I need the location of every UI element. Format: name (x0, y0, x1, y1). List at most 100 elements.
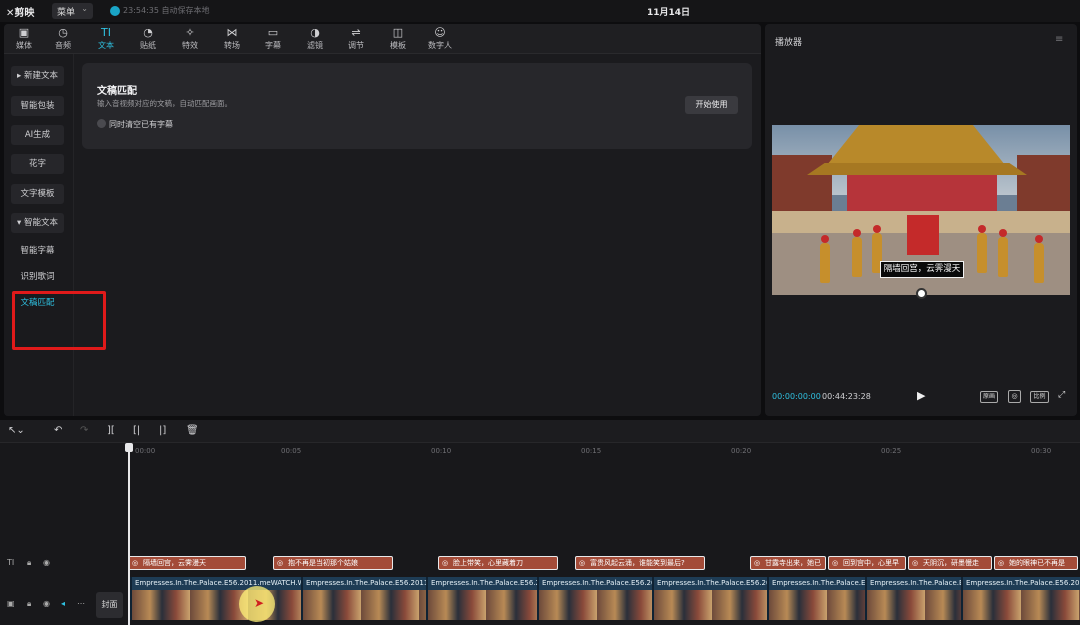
caption-clip[interactable]: 回到宫中，心里早 (828, 556, 906, 570)
sidebar-item-fancy-text[interactable]: 花字 (11, 154, 64, 174)
tab-adjust[interactable]: ⇌ 调节 (336, 26, 376, 54)
speaker-icon[interactable]: ◂ (61, 599, 65, 608)
caption-clip[interactable]: 隔墙回宫，云霁漫天 (128, 556, 246, 570)
title-bar: ✕剪映 菜单 ⌄ 23:54:35 自动保存本地 11月14日 (0, 0, 1080, 22)
highlight-annotation (12, 291, 106, 350)
caption-clip[interactable]: 脸上带笑，心里藏着刀 (438, 556, 558, 570)
caption-clip[interactable]: 富贵风起云涌，谁能笑到最后? (575, 556, 705, 570)
fit-screen-icon[interactable]: ◎ (1008, 390, 1021, 403)
filter-icon: ◑ (310, 26, 320, 39)
subtitle-overlay[interactable]: 隔墙回宫，云霁漫天 (880, 261, 964, 278)
sidebar-item-smart-caption[interactable]: 智能字幕 (11, 241, 64, 261)
cover-button[interactable]: 封面 (96, 592, 123, 618)
start-button[interactable]: 开始使用 (685, 96, 738, 114)
tab-media[interactable]: ▣ 媒体 (4, 26, 44, 54)
tab-transition[interactable]: ⋈ 转场 (212, 26, 252, 54)
fullscreen-icon[interactable]: ⤢ (1058, 390, 1065, 400)
caption-clip[interactable]: 天阴沉，研墨慢走 (908, 556, 992, 570)
rotate-handle[interactable] (916, 288, 927, 299)
more-icon[interactable]: ⋯ (77, 599, 85, 608)
video-preview[interactable]: 隔墙回宫，云霁漫天 (772, 125, 1070, 295)
tool-tabs: ▣ 媒体 ◷ 音频 TI 文本 ◔ 贴纸 ✧ 特效 ⋈ 转场 ▭ 字幕 ◑ 滤镜 ⇌ 调节 ◫ 模板… (4, 24, 761, 54)
caption-clip[interactable]: 抱不再是当初那个姑娘 (273, 556, 393, 570)
clip-label: Empresses.In.The.Palace.E56.2 (431, 579, 537, 587)
sidebar-item-text-template[interactable]: 文字模板 (11, 184, 64, 204)
play-icon[interactable]: ▶ (917, 389, 925, 402)
video-clip[interactable]: Empresses.In.The.Palace.E56.20 (537, 577, 652, 620)
lock-icon[interactable]: 🔒︎ (27, 558, 31, 568)
clear-captions-checkbox[interactable] (97, 119, 106, 128)
tab-label: 文本 (98, 41, 114, 50)
media-icon: ▣ (18, 26, 30, 39)
video-clip[interactable]: Empresses.In.The.Palace.E56.20 (767, 577, 865, 620)
audio-icon: ◷ (58, 26, 68, 39)
aspect-ratio-button[interactable]: 比例 (1030, 391, 1049, 403)
scene-roof (807, 163, 1027, 175)
clip-label: Empresses.In.The.Palace.E56.20 (772, 579, 865, 587)
sidebar-item-smart-text[interactable]: ▾ 智能文本 (11, 213, 64, 233)
sidebar-item-ai-generate[interactable]: AI生成 (11, 125, 64, 145)
chevron-down-icon: ⌄ (81, 4, 88, 13)
clip-thumbnails (539, 590, 652, 620)
sidebar-item-lyrics[interactable]: 识别歌词 (11, 267, 64, 287)
quality-button[interactable]: 原画 (980, 391, 998, 403)
video-clip[interactable]: Empresses.In.The.Palace.E56.2011.meWATCH… (130, 577, 301, 620)
clip-label: Empresses.In.The.Palace.E56.2011 (966, 579, 1080, 587)
app-logo: ✕剪映 (6, 4, 34, 19)
trim-left-icon[interactable]: [| (133, 425, 140, 436)
caption-clip[interactable]: 她的眼神已不再是 (994, 556, 1078, 570)
tab-label: 媒体 (16, 41, 32, 50)
video-clip[interactable]: Empresses.In.The.Palace.E56.20 (652, 577, 767, 620)
ruler-tick: 00:25 (881, 447, 902, 455)
tab-label: 转场 (224, 41, 240, 50)
playhead[interactable] (128, 444, 130, 625)
checkbox-label: 同时清空已有字幕 (109, 120, 173, 129)
menu-button[interactable]: 菜单 ⌄ (52, 3, 93, 19)
undo-icon[interactable]: ↶ (54, 425, 62, 436)
sidebar-item-new-text[interactable]: ▸ 新建文本 (11, 66, 64, 86)
tab-label: 调节 (348, 41, 364, 50)
ruler-tick: 00:00 (135, 447, 156, 455)
adjust-icon: ⇌ (351, 26, 361, 39)
scene-figure (820, 235, 830, 283)
select-tool-icon[interactable]: ↖⌄ (8, 425, 25, 436)
split-icon[interactable]: ][ (107, 425, 115, 436)
delete-icon[interactable]: 🗑 (186, 425, 199, 436)
clip-thumbnails (303, 590, 426, 620)
tab-filter[interactable]: ◑ 滤镜 (295, 26, 335, 54)
ruler-tick: 00:10 (431, 447, 452, 455)
video-clip[interactable]: Empresses.In.The.Palace.E56.2011 (301, 577, 426, 620)
lock-icon[interactable]: 🔒︎ (27, 599, 31, 609)
app-window: ✕剪映 菜单 ⌄ 23:54:35 自动保存本地 11月14日 ▣ 媒体 ◷ 音频 T… (0, 0, 1080, 625)
scene-figure (998, 229, 1008, 277)
redo-icon[interactable]: ↷ (80, 425, 88, 436)
tab-caption[interactable]: ▭ 字幕 (253, 26, 293, 54)
project-title: 11月14日 (647, 8, 691, 18)
player-panel: 播放器 ≡ 隔墙回宫，云霁漫天 00:00:00:00 00:44:23:28 … (765, 24, 1077, 416)
eye-icon[interactable]: ◉ (43, 558, 50, 567)
clip-thumbnails (654, 590, 767, 620)
clip-thumbnails (963, 590, 1080, 620)
tab-text[interactable]: TI 文本 (86, 26, 126, 54)
digital-human-icon: ☺ (434, 26, 446, 39)
sidebar-item-smart-pack[interactable]: 智能包装 (11, 96, 64, 116)
tab-effects[interactable]: ✧ 特效 (170, 26, 210, 54)
eye-icon[interactable]: ◉ (43, 599, 50, 608)
tab-audio[interactable]: ◷ 音频 (43, 26, 83, 54)
tab-label: 数字人 (428, 41, 452, 50)
trim-right-icon[interactable]: |] (159, 425, 166, 436)
tab-digital-human[interactable]: ☺ 数字人 (420, 26, 460, 54)
clip-thumbnails (769, 590, 865, 620)
tab-sticker[interactable]: ◔ 贴纸 (128, 26, 168, 54)
time-ruler[interactable]: 00:00 00:05 00:10 00:15 00:20 00:25 00:3… (125, 443, 1080, 459)
player-title: 播放器 (775, 38, 803, 48)
video-clip[interactable]: Empresses.In.The.Palace.E56.2 (426, 577, 537, 620)
video-clip[interactable]: Empresses.In.The.Palace.E (865, 577, 961, 620)
caption-clip[interactable]: 甘露寺出来，她已 (750, 556, 826, 570)
video-clip[interactable]: Empresses.In.The.Palace.E56.2011 (961, 577, 1080, 620)
video-track-icon: ▣ (7, 599, 15, 608)
menu-icon[interactable]: ≡ (1055, 34, 1063, 45)
tab-template[interactable]: ◫ 模板 (378, 26, 418, 54)
card-description: 输入音视频对应的文稿，自动匹配画面。 (97, 99, 232, 108)
timeline-toolbar: ↖⌄ ↶ ↷ ][ [| |] 🗑 (0, 420, 1080, 443)
